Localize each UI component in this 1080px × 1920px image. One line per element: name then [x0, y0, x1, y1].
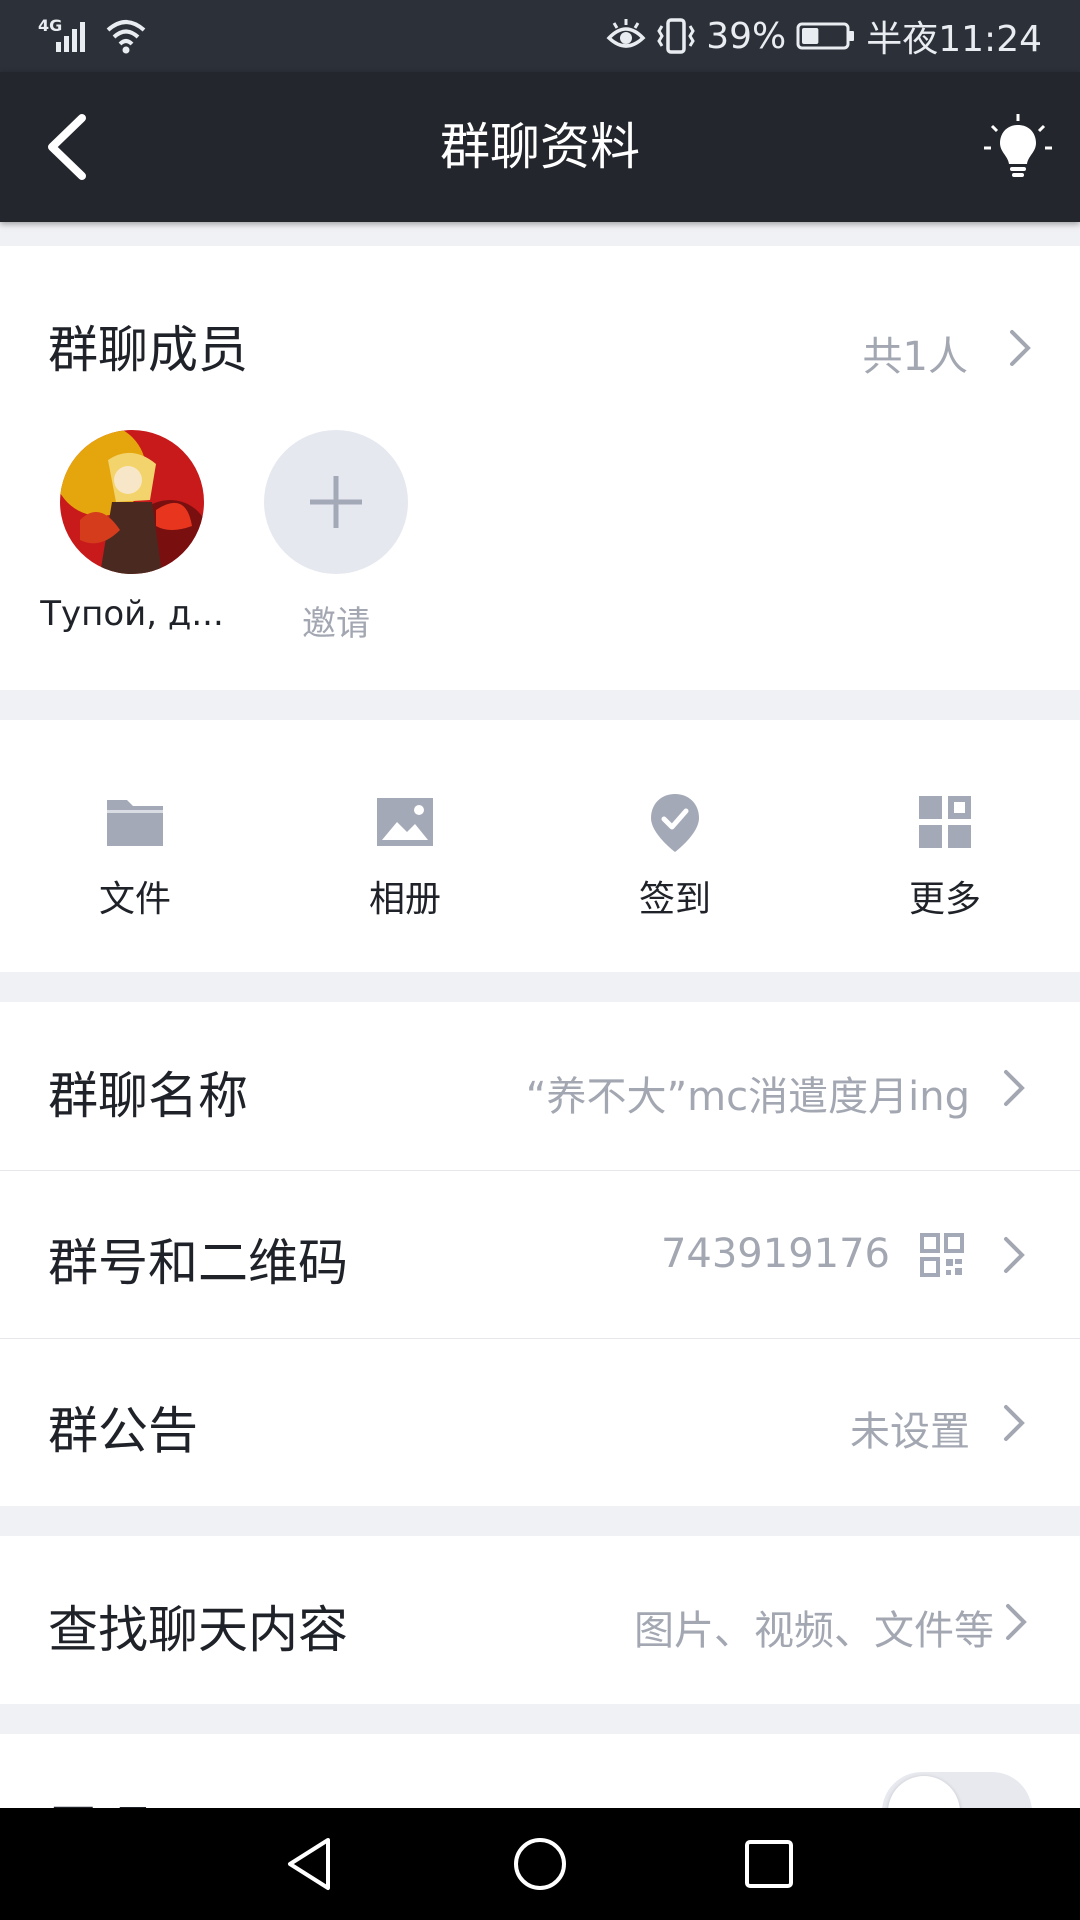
tool-album[interactable]: 相册 — [270, 720, 540, 970]
chevron-right-icon — [1006, 1604, 1027, 1640]
back-triangle-icon[interactable] — [284, 1836, 334, 1892]
members-section: 群聊成员 共1人 Тупой, д... 邀请 — [0, 246, 1080, 690]
chevron-right-icon — [1010, 330, 1031, 366]
navigation-bar — [0, 1808, 1080, 1920]
group-number-label: 群号和二维码 — [48, 1234, 348, 1292]
member-name: Тупой, д... — [40, 594, 224, 634]
tool-album-label: 相册 — [368, 879, 441, 920]
member-avatar[interactable] — [60, 430, 204, 574]
status-right: 39% 半夜11:24 — [606, 12, 1042, 60]
group-number-value: 743919176 — [660, 1231, 890, 1277]
announcement-label: 群公告 — [48, 1402, 198, 1460]
recents-square-icon[interactable] — [744, 1839, 794, 1889]
pin-toggle-knob — [888, 1776, 960, 1808]
chevron-right-icon — [1004, 1237, 1025, 1273]
home-circle-icon[interactable] — [512, 1836, 568, 1892]
grid-icon — [919, 796, 971, 848]
announcement-row[interactable]: 群公告 未设置 — [0, 1339, 1080, 1506]
battery-icon — [796, 22, 855, 50]
group-name-label: 群聊名称 — [48, 1067, 248, 1125]
group-name-row[interactable]: 群聊名称 “养不大”mc消遣度月ing — [0, 1002, 1080, 1170]
pin-section: 置顶 — [0, 1734, 1080, 1808]
announcement-value: 未设置 — [850, 1409, 970, 1455]
group-name-value: “养不大”mc消遣度月ing — [525, 1074, 970, 1120]
tool-more[interactable]: 更多 — [810, 720, 1080, 970]
tool-checkin[interactable]: 签到 — [540, 720, 810, 970]
chevron-right-icon — [1004, 1405, 1025, 1441]
pin-label: 置顶 — [48, 1790, 148, 1808]
eye-icon — [606, 19, 646, 48]
status-left: 4G — [38, 12, 148, 60]
tool-checkin-label: 签到 — [638, 879, 711, 920]
members-label: 群聊成员 — [48, 321, 248, 379]
tool-files[interactable]: 文件 — [0, 720, 270, 970]
vibrate-icon — [657, 18, 695, 54]
pin-toggle[interactable] — [882, 1772, 1032, 1808]
folder-icon — [107, 800, 163, 846]
members-count: 共1人 — [862, 334, 968, 380]
battery-percent: 39% — [706, 15, 787, 57]
wifi-icon — [106, 20, 146, 54]
group-info-section: 群聊名称 “养不大”mc消遣度月ing 群号和二维码 743919176 群公告… — [0, 1002, 1080, 1506]
clock: 半夜11:24 — [866, 19, 1042, 60]
page-title: 群聊资料 — [440, 118, 640, 176]
check-pin-icon — [651, 794, 699, 852]
image-icon — [377, 798, 433, 846]
signal-icon: 4G — [38, 16, 94, 56]
tool-more-label: 更多 — [908, 879, 981, 920]
search-section[interactable]: 查找聊天内容 图片、视频、文件等 — [0, 1536, 1080, 1704]
search-value: 图片、视频、文件等 — [634, 1608, 994, 1654]
invite-button[interactable] — [264, 430, 408, 574]
chevron-right-icon — [1004, 1070, 1025, 1106]
tools-section: 文件 相册 签到 更多 — [0, 720, 1080, 972]
title-bar: 群聊资料 — [0, 72, 1080, 222]
tool-files-label: 文件 — [98, 879, 171, 920]
lightbulb-icon[interactable] — [982, 112, 1054, 184]
invite-label: 邀请 — [302, 604, 370, 644]
group-number-row[interactable]: 群号和二维码 743919176 — [0, 1171, 1080, 1338]
status-bar: 4G 39% 半夜11:24 — [0, 0, 1080, 72]
qr-code-icon — [920, 1233, 964, 1277]
search-label: 查找聊天内容 — [48, 1601, 348, 1659]
members-count-link[interactable]: 共1人 — [832, 324, 1032, 380]
